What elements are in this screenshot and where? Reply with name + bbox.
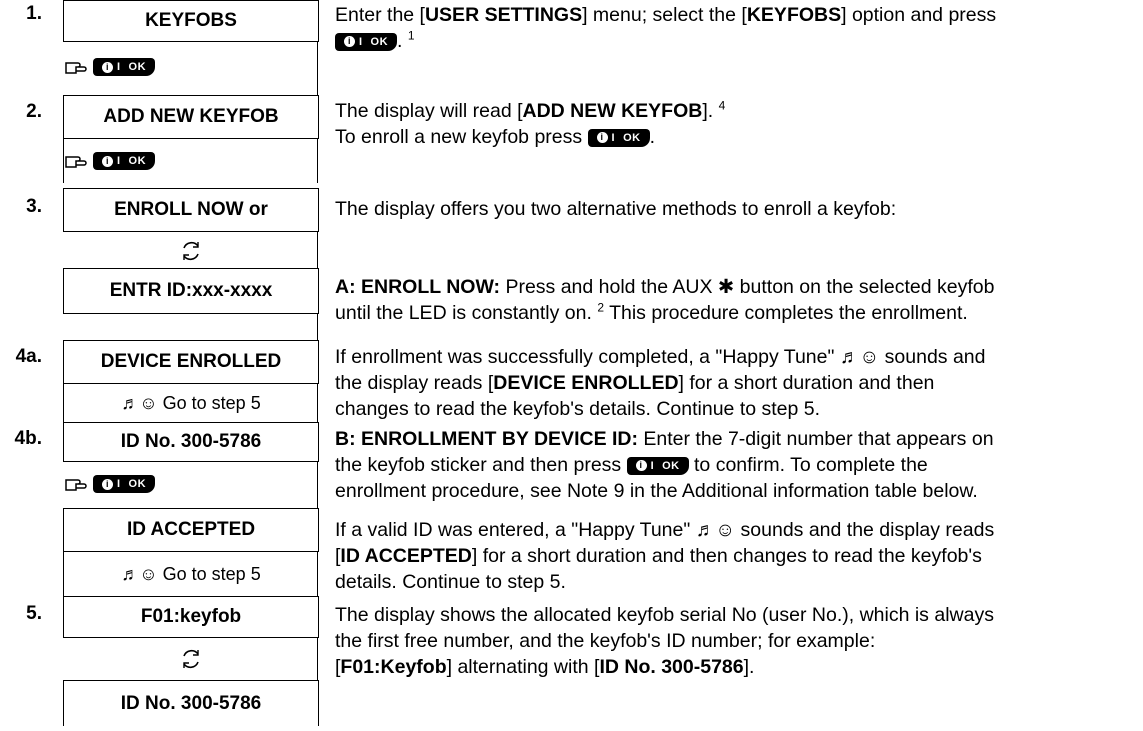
ok-key-icon: i I OK — [93, 152, 155, 170]
step-number: 3. — [26, 196, 42, 217]
ok-key-icon: i I OK — [587, 128, 650, 147]
display-box: F01:keyfob — [63, 596, 319, 638]
go-to-step: ♬☺ Go to step 5 — [121, 564, 261, 584]
alternating-icon — [183, 649, 199, 669]
pointing-hand-icon — [65, 156, 87, 168]
ok-key-icon: i I OK — [626, 456, 689, 475]
display-box: KEYFOBS — [63, 0, 319, 42]
display-box: ID No. 300-5786 — [63, 422, 319, 462]
press-hint: i I OK — [65, 475, 155, 493]
press-hint: i I OK — [65, 152, 155, 170]
step-4b-accepted-description: If a valid ID was entered, a "Happy Tune… — [335, 519, 995, 593]
step-number: 1. — [26, 3, 42, 24]
display-box: DEVICE ENROLLED — [63, 340, 319, 384]
press-hint: i I OK — [65, 58, 155, 76]
ok-key-icon: i I OK — [93, 58, 155, 76]
display-box: ENTR ID:xxx-xxxx — [63, 268, 319, 314]
step-4a-description: If enrollment was successfully completed… — [335, 346, 986, 420]
display-box: ENROLL NOW or — [63, 188, 319, 232]
ok-key-icon: i I OK — [93, 475, 155, 493]
display-box: ID ACCEPTED — [63, 508, 319, 552]
display-box: ID No. 300-5786 — [63, 680, 319, 726]
pointing-hand-icon — [65, 62, 87, 74]
ok-key-icon: i I OK — [335, 32, 397, 51]
step-3-description: The display offers you two alternative m… — [335, 198, 897, 220]
step-number: 2. — [26, 101, 42, 122]
enroll-now-description: A: ENROLL NOW: Press and hold the AUX ✱ … — [335, 276, 995, 324]
step-2-description: The display will read [ADD NEW KEYFOB]. … — [335, 98, 726, 149]
pointing-hand-icon — [65, 479, 87, 491]
display-box: ADD NEW KEYFOB — [63, 95, 319, 139]
step-number: 4a. — [15, 346, 42, 367]
step-5-description: The display shows the allocated keyfob s… — [335, 604, 994, 678]
step-number: 5. — [26, 603, 42, 624]
alternating-icon — [183, 241, 199, 261]
step-number: 4b. — [14, 428, 42, 449]
go-to-step: ♬☺ Go to step 5 — [121, 393, 261, 413]
step-1-description: Enter the [USER SETTINGS] menu; select t… — [335, 4, 997, 52]
step-4b-description: B: ENROLLMENT BY DEVICE ID: Enter the 7-… — [335, 428, 994, 502]
